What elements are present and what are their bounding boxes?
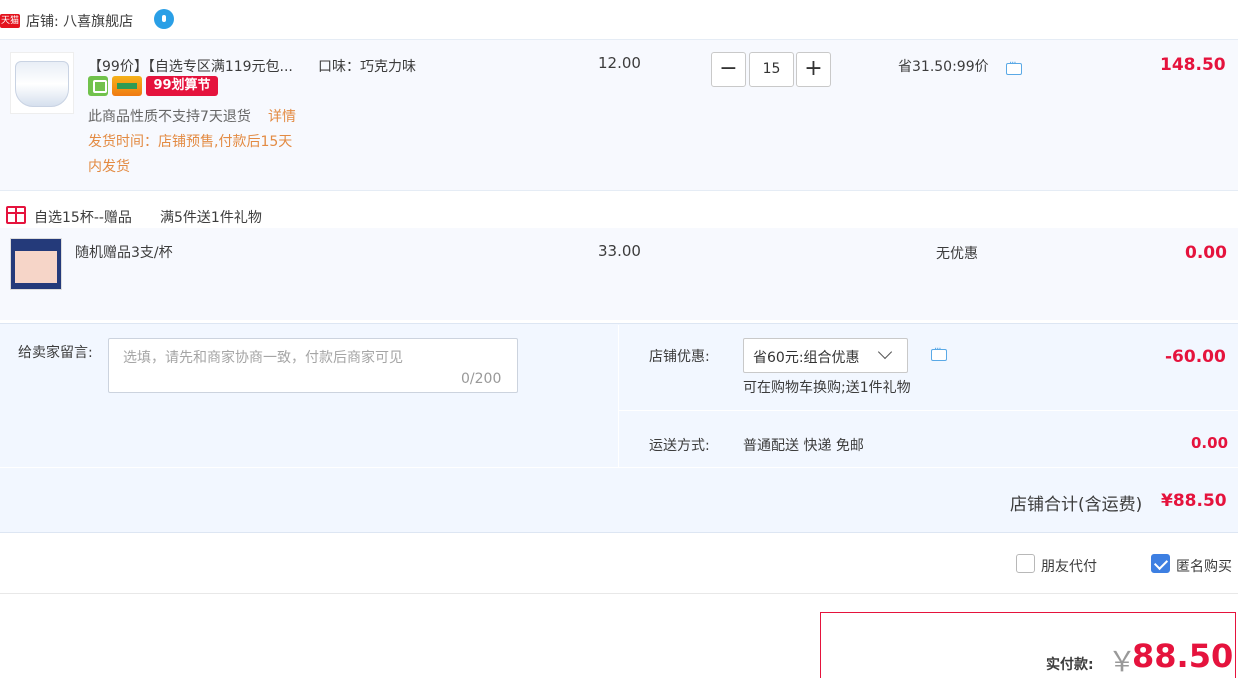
quantity-increase-button[interactable]: +: [796, 52, 831, 87]
gift-image: [15, 251, 57, 283]
shop-discount-label: 店铺优惠:: [649, 349, 710, 365]
shop-total-label: 店铺合计(含运费): [1010, 495, 1143, 515]
shop-total-value: ¥88.50: [1161, 491, 1227, 511]
shipping-method-label: 运送方式:: [649, 438, 710, 454]
gift-item-name[interactable]: 随机赠品3支/杯: [75, 242, 173, 262]
shop-name-link[interactable]: 店铺: 八喜旗舰店: [26, 11, 133, 31]
item-savings: 省31.50:99价: [898, 59, 989, 75]
gift-unit-price: 33.00: [598, 242, 641, 260]
product-flavor: 口味：巧克力味: [318, 59, 416, 75]
icecream-cup-image: [15, 61, 69, 107]
shop-discount-amount: -60.00: [1165, 347, 1226, 367]
friend-pay-checkbox[interactable]: [1016, 554, 1035, 573]
seller-message-label: 给卖家留言:: [18, 345, 93, 361]
tmall-badge: 天猫: [0, 14, 20, 28]
ship-time-line2: 内发货: [88, 159, 130, 175]
anonymous-purchase-label[interactable]: 匿名购买: [1176, 556, 1232, 576]
gift-subtotal: 0.00: [1185, 243, 1227, 263]
anonymous-purchase-checkbox[interactable]: [1151, 554, 1170, 573]
shop-discount-note: 可在购物车换购;送1件礼物: [743, 380, 911, 396]
seller-message-placeholder: 选填，请先和商家协商一致，付款后商家可见: [123, 350, 403, 366]
service-badge-icon: [88, 76, 108, 96]
refund-detail-link[interactable]: 详情: [268, 106, 296, 126]
actual-payment-label: 实付款:: [1046, 657, 1094, 673]
friend-pay-label[interactable]: 朋友代付: [1041, 556, 1097, 576]
divider: [0, 593, 1238, 594]
ship-time-line1: 发货时间：店铺预售,付款后15天: [88, 134, 293, 150]
divider: [618, 325, 619, 467]
quantity-input[interactable]: 15: [749, 52, 794, 87]
discount-info-icon[interactable]: [1006, 58, 1022, 75]
shop-discount-selected: 省60元:组合优惠: [753, 350, 860, 366]
gift-promo-rule: 满5件送1件礼物: [160, 210, 262, 226]
unit-price: 12.00: [598, 54, 641, 72]
quantity-decrease-button[interactable]: −: [711, 52, 746, 87]
shipping-method-value: 普通配送 快递 免邮: [743, 438, 864, 454]
card-payment-icon: [112, 76, 142, 96]
seller-message-counter: 0/200: [461, 371, 502, 387]
promo-99-badge: 99划算节: [146, 76, 218, 96]
product-thumbnail[interactable]: [10, 52, 74, 114]
item-subtotal: 148.50: [1160, 55, 1226, 75]
product-title-link[interactable]: 【99价】【自选专区满119元包...: [88, 56, 293, 76]
no-refund-notice: 此商品性质不支持7天退货: [88, 109, 251, 125]
divider: [0, 467, 1238, 468]
wangwang-chat-icon[interactable]: [154, 9, 174, 29]
shipping-fee: 0.00: [1191, 434, 1229, 452]
gift-thumbnail[interactable]: [10, 238, 62, 290]
gift-discount: 无优惠: [936, 246, 978, 262]
divider: [619, 410, 1238, 411]
actual-payment-amount: 88.50: [1132, 637, 1234, 675]
discount-info-icon[interactable]: [931, 344, 947, 361]
gift-icon: [6, 206, 26, 224]
gift-promo-title: 自选15杯--赠品: [34, 210, 132, 226]
